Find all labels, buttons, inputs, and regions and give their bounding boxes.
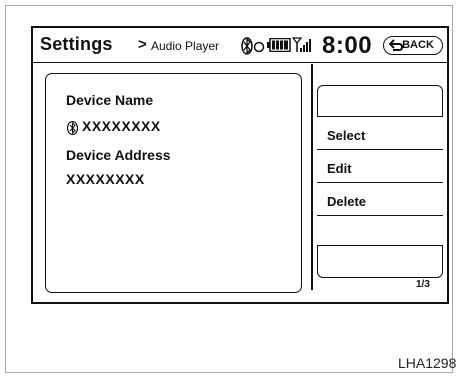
signal-icon (292, 37, 311, 52)
page-indicator: 1/3 (416, 279, 430, 290)
edit-button-label: Edit (327, 161, 352, 176)
delete-button[interactable]: Delete (317, 183, 443, 216)
device-info-panel: Device Name XXXXXXXX Device Address XXXX… (45, 73, 302, 293)
device-address-value: XXXXXXXX (66, 171, 145, 187)
figure-code: LHA1298 (398, 355, 457, 371)
select-button[interactable]: Select (317, 117, 443, 150)
clock: 8:00 (322, 32, 373, 59)
menu-item-empty[interactable] (317, 216, 443, 246)
back-button-label: BACK (402, 39, 434, 51)
page-title: Settings (40, 34, 113, 54)
device-name-label: Device Name (66, 92, 154, 108)
breadcrumb-separator: > (138, 36, 147, 53)
bluetooth-icon (67, 121, 78, 135)
header-bar: Settings > Audio Player 8:00 BACK (33, 28, 447, 63)
back-button[interactable]: BACK (383, 36, 443, 55)
breadcrumb: Audio Player (151, 39, 220, 53)
back-arrow-icon (389, 39, 403, 51)
panel-divider (311, 64, 313, 290)
menu-item-empty-top[interactable] (317, 85, 443, 117)
device-address-label: Device Address (66, 147, 171, 163)
device-name-value: XXXXXXXX (82, 118, 161, 134)
delete-button-label: Delete (327, 194, 367, 209)
bluetooth-status-icon (241, 37, 265, 55)
menu-item-empty-bottom[interactable] (317, 246, 443, 278)
battery-icon (267, 38, 291, 52)
edit-button[interactable]: Edit (317, 150, 443, 183)
select-button-label: Select (327, 128, 366, 143)
settings-screen: Settings > Audio Player 8:00 BACK Device… (31, 26, 449, 304)
